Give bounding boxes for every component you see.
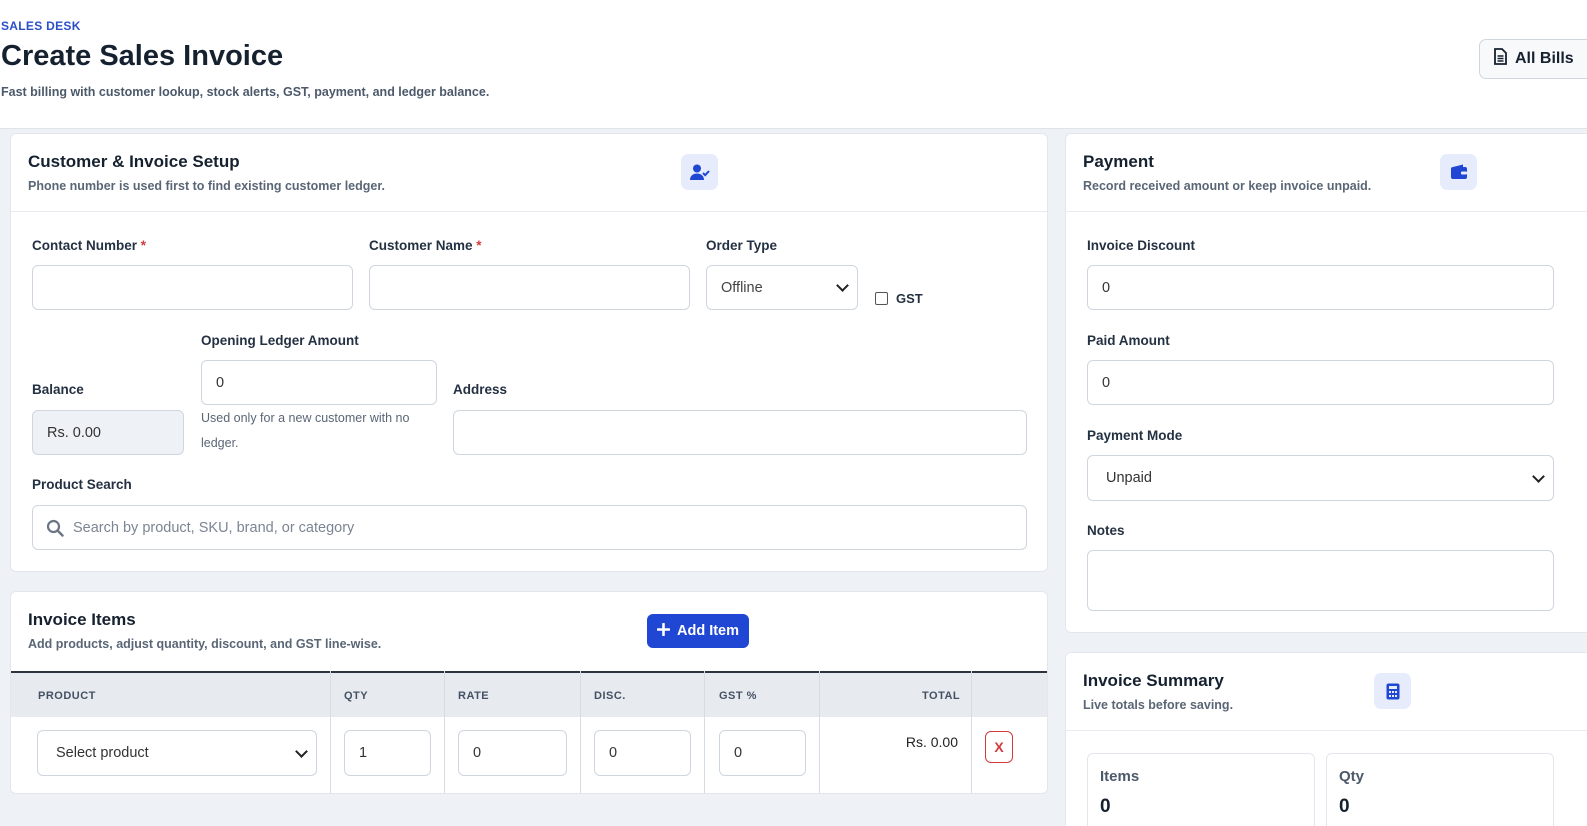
- plus-icon: [656, 622, 671, 640]
- column-header-total: TOTAL: [922, 690, 961, 702]
- card-header: [11, 134, 1047, 212]
- section-eyebrow: SALES DESK: [1, 19, 81, 33]
- qty-stat: Qty 0: [1326, 753, 1554, 826]
- gst-input[interactable]: 0: [719, 730, 806, 776]
- contact-number-input[interactable]: [32, 265, 353, 310]
- order-type-label: Order Type: [706, 238, 778, 253]
- page-subtitle: Fast billing with customer lookup, stock…: [1, 85, 490, 99]
- opening-ledger-input[interactable]: 0: [201, 360, 437, 405]
- payment-card: Payment Record received amount or keep i…: [1065, 133, 1587, 633]
- column-header-gst: GST %: [719, 690, 757, 702]
- items-stat: Items 0: [1087, 753, 1315, 826]
- qty-stat-label: Qty: [1339, 768, 1365, 785]
- chevron-down-icon: [1532, 469, 1545, 483]
- payment-mode-label: Payment Mode: [1087, 428, 1183, 443]
- notes-label: Notes: [1087, 523, 1125, 538]
- card-subtitle: Live totals before saving.: [1083, 698, 1234, 712]
- product-select-value: Select product: [56, 745, 149, 761]
- column-divider: [971, 671, 972, 793]
- search-icon: [46, 519, 64, 541]
- card-title: Invoice Summary: [1083, 671, 1224, 690]
- user-check-icon: [681, 154, 718, 190]
- product-search-placeholder: Search by product, SKU, brand, or catego…: [73, 519, 355, 536]
- delete-row-button[interactable]: X: [985, 731, 1013, 763]
- page-title: Create Sales Invoice: [1, 40, 284, 72]
- add-item-label: Add Item: [676, 623, 740, 639]
- all-bills-button[interactable]: All Bills: [1479, 39, 1587, 79]
- order-type-select[interactable]: Offline: [706, 265, 858, 310]
- file-icon: [1494, 48, 1507, 70]
- column-divider: [704, 671, 705, 793]
- product-search-label: Product Search: [32, 477, 132, 492]
- customer-name-input[interactable]: [369, 265, 690, 310]
- card-title: Invoice Items: [28, 610, 136, 629]
- payment-mode-value: Unpaid: [1106, 470, 1152, 486]
- address-label: Address: [453, 382, 508, 397]
- product-search-input[interactable]: Search by product, SKU, brand, or catego…: [32, 505, 1027, 550]
- invoice-items-card: Invoice Items Add products, adjust quant…: [10, 591, 1048, 794]
- invoice-discount-input[interactable]: 0: [1087, 265, 1554, 310]
- payment-mode-select[interactable]: Unpaid: [1087, 455, 1554, 501]
- paid-amount-label: Paid Amount: [1087, 333, 1170, 348]
- card-header: [1066, 653, 1587, 731]
- balance-display: Rs. 0.00: [32, 410, 184, 455]
- column-header-disc: DISC.: [594, 690, 626, 702]
- contact-number-label: Contact Number *: [32, 238, 147, 253]
- column-divider: [330, 671, 331, 793]
- paid-amount-input[interactable]: 0: [1087, 360, 1554, 405]
- product-select[interactable]: Select product: [37, 730, 317, 776]
- column-divider: [444, 671, 445, 793]
- card-subtitle: Record received amount or keep invoice u…: [1083, 179, 1372, 193]
- wallet-icon: [1440, 154, 1477, 190]
- add-item-button[interactable]: Add Item: [647, 614, 749, 648]
- all-bills-label: All Bills: [1515, 50, 1574, 67]
- chevron-down-icon: [295, 744, 308, 758]
- invoice-discount-label: Invoice Discount: [1087, 238, 1196, 253]
- disc-input[interactable]: 0: [594, 730, 691, 776]
- opening-ledger-help: Used only for a new customer with no led…: [201, 411, 410, 450]
- column-header-rate: RATE: [458, 690, 490, 702]
- balance-label: Balance: [32, 382, 84, 397]
- qty-stat-value: 0: [1339, 796, 1350, 817]
- page-header: SALES DESK Create Sales Invoice Fast bil…: [0, 0, 1587, 129]
- card-subtitle: Add products, adjust quantity, discount,…: [28, 637, 382, 651]
- qty-input[interactable]: 1: [344, 730, 431, 776]
- card-title: Payment: [1083, 152, 1154, 171]
- column-divider: [580, 671, 581, 793]
- items-stat-value: 0: [1100, 796, 1111, 817]
- invoice-summary-card: Invoice Summary Live totals before savin…: [1065, 652, 1587, 826]
- calculator-icon: [1374, 673, 1411, 709]
- items-table-header: PRODUCT QTY RATE DISC. GST % TOTAL: [11, 671, 1047, 717]
- customer-setup-card: Customer & Invoice Setup Phone number is…: [10, 133, 1048, 572]
- rate-input[interactable]: 0: [458, 730, 567, 776]
- gst-checkbox[interactable]: [875, 292, 888, 305]
- card-header: [1066, 134, 1587, 212]
- column-header-qty: QTY: [344, 690, 369, 702]
- items-stat-label: Items: [1100, 768, 1140, 785]
- notes-textarea[interactable]: [1087, 550, 1554, 611]
- column-header-product: PRODUCT: [38, 690, 96, 702]
- order-type-value: Offline: [721, 279, 763, 296]
- card-title: Customer & Invoice Setup: [28, 152, 240, 171]
- address-input[interactable]: [453, 410, 1027, 455]
- row-total: Rs. 0.00: [905, 734, 958, 750]
- card-subtitle: Phone number is used first to find exist…: [28, 179, 386, 193]
- column-divider: [819, 671, 820, 793]
- gst-label: GST: [896, 291, 923, 306]
- opening-ledger-label: Opening Ledger Amount: [201, 333, 359, 348]
- customer-name-label: Customer Name *: [369, 238, 482, 253]
- chevron-down-icon: [836, 279, 849, 292]
